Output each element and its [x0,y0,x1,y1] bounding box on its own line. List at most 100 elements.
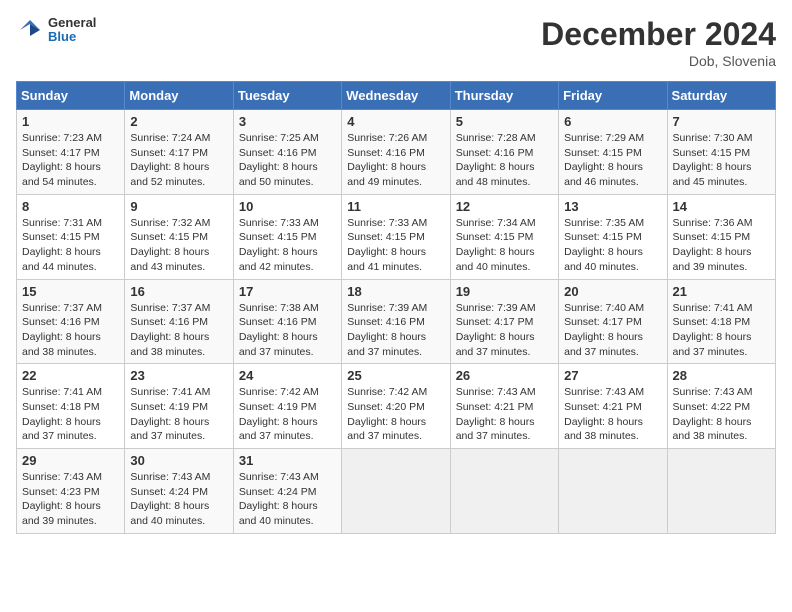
day-number: 11 [347,199,444,214]
table-row: 19 Sunrise: 7:39 AM Sunset: 4:17 PM Dayl… [450,279,558,364]
day-number: 5 [456,114,553,129]
table-row: 22 Sunrise: 7:41 AM Sunset: 4:18 PM Dayl… [17,364,125,449]
day-info: Sunrise: 7:29 AM Sunset: 4:15 PM Dayligh… [564,131,661,190]
day-number: 27 [564,368,661,383]
day-info: Sunrise: 7:24 AM Sunset: 4:17 PM Dayligh… [130,131,227,190]
day-number: 23 [130,368,227,383]
day-info: Sunrise: 7:43 AM Sunset: 4:24 PM Dayligh… [239,470,336,529]
page-header: General Blue December 2024 Dob, Slovenia [16,16,776,69]
logo-text: General Blue [48,16,96,45]
day-number: 22 [22,368,119,383]
table-row: 25 Sunrise: 7:42 AM Sunset: 4:20 PM Dayl… [342,364,450,449]
table-row: 14 Sunrise: 7:36 AM Sunset: 4:15 PM Dayl… [667,194,775,279]
day-number: 14 [673,199,770,214]
table-row: 17 Sunrise: 7:38 AM Sunset: 4:16 PM Dayl… [233,279,341,364]
col-thursday: Thursday [450,82,558,110]
day-info: Sunrise: 7:40 AM Sunset: 4:17 PM Dayligh… [564,301,661,360]
table-row: 11 Sunrise: 7:33 AM Sunset: 4:15 PM Dayl… [342,194,450,279]
table-row: 9 Sunrise: 7:32 AM Sunset: 4:15 PM Dayli… [125,194,233,279]
day-info: Sunrise: 7:42 AM Sunset: 4:19 PM Dayligh… [239,385,336,444]
day-number: 13 [564,199,661,214]
table-row: 27 Sunrise: 7:43 AM Sunset: 4:21 PM Dayl… [559,364,667,449]
day-info: Sunrise: 7:32 AM Sunset: 4:15 PM Dayligh… [130,216,227,275]
day-number: 17 [239,284,336,299]
table-row: 28 Sunrise: 7:43 AM Sunset: 4:22 PM Dayl… [667,364,775,449]
table-row: 20 Sunrise: 7:40 AM Sunset: 4:17 PM Dayl… [559,279,667,364]
day-info: Sunrise: 7:38 AM Sunset: 4:16 PM Dayligh… [239,301,336,360]
day-number: 4 [347,114,444,129]
col-wednesday: Wednesday [342,82,450,110]
day-number: 1 [22,114,119,129]
day-info: Sunrise: 7:37 AM Sunset: 4:16 PM Dayligh… [130,301,227,360]
day-number: 29 [22,453,119,468]
day-number: 31 [239,453,336,468]
day-number: 21 [673,284,770,299]
day-info: Sunrise: 7:25 AM Sunset: 4:16 PM Dayligh… [239,131,336,190]
table-row: 29 Sunrise: 7:43 AM Sunset: 4:23 PM Dayl… [17,449,125,534]
table-row: 26 Sunrise: 7:43 AM Sunset: 4:21 PM Dayl… [450,364,558,449]
day-number: 24 [239,368,336,383]
day-info: Sunrise: 7:41 AM Sunset: 4:18 PM Dayligh… [673,301,770,360]
day-info: Sunrise: 7:41 AM Sunset: 4:18 PM Dayligh… [22,385,119,444]
day-info: Sunrise: 7:34 AM Sunset: 4:15 PM Dayligh… [456,216,553,275]
day-info: Sunrise: 7:43 AM Sunset: 4:21 PM Dayligh… [564,385,661,444]
table-row [559,449,667,534]
table-row: 10 Sunrise: 7:33 AM Sunset: 4:15 PM Dayl… [233,194,341,279]
day-info: Sunrise: 7:43 AM Sunset: 4:23 PM Dayligh… [22,470,119,529]
table-row: 4 Sunrise: 7:26 AM Sunset: 4:16 PM Dayli… [342,110,450,195]
title-block: December 2024 Dob, Slovenia [541,16,776,69]
table-row: 30 Sunrise: 7:43 AM Sunset: 4:24 PM Dayl… [125,449,233,534]
day-number: 30 [130,453,227,468]
calendar-table: Sunday Monday Tuesday Wednesday Thursday… [16,81,776,534]
day-info: Sunrise: 7:33 AM Sunset: 4:15 PM Dayligh… [239,216,336,275]
day-info: Sunrise: 7:35 AM Sunset: 4:15 PM Dayligh… [564,216,661,275]
day-number: 26 [456,368,553,383]
day-number: 9 [130,199,227,214]
day-info: Sunrise: 7:33 AM Sunset: 4:15 PM Dayligh… [347,216,444,275]
table-row: 7 Sunrise: 7:30 AM Sunset: 4:15 PM Dayli… [667,110,775,195]
day-number: 28 [673,368,770,383]
table-row: 15 Sunrise: 7:37 AM Sunset: 4:16 PM Dayl… [17,279,125,364]
page-title: December 2024 [541,16,776,53]
logo: General Blue [16,16,96,45]
table-row: 13 Sunrise: 7:35 AM Sunset: 4:15 PM Dayl… [559,194,667,279]
table-row: 24 Sunrise: 7:42 AM Sunset: 4:19 PM Dayl… [233,364,341,449]
day-info: Sunrise: 7:26 AM Sunset: 4:16 PM Dayligh… [347,131,444,190]
day-info: Sunrise: 7:42 AM Sunset: 4:20 PM Dayligh… [347,385,444,444]
day-info: Sunrise: 7:30 AM Sunset: 4:15 PM Dayligh… [673,131,770,190]
col-monday: Monday [125,82,233,110]
day-number: 6 [564,114,661,129]
table-row [667,449,775,534]
day-number: 19 [456,284,553,299]
table-row: 12 Sunrise: 7:34 AM Sunset: 4:15 PM Dayl… [450,194,558,279]
day-number: 20 [564,284,661,299]
day-info: Sunrise: 7:39 AM Sunset: 4:17 PM Dayligh… [456,301,553,360]
day-info: Sunrise: 7:28 AM Sunset: 4:16 PM Dayligh… [456,131,553,190]
day-info: Sunrise: 7:41 AM Sunset: 4:19 PM Dayligh… [130,385,227,444]
table-row: 23 Sunrise: 7:41 AM Sunset: 4:19 PM Dayl… [125,364,233,449]
table-row: 6 Sunrise: 7:29 AM Sunset: 4:15 PM Dayli… [559,110,667,195]
col-tuesday: Tuesday [233,82,341,110]
col-sunday: Sunday [17,82,125,110]
table-row: 2 Sunrise: 7:24 AM Sunset: 4:17 PM Dayli… [125,110,233,195]
day-number: 25 [347,368,444,383]
col-saturday: Saturday [667,82,775,110]
day-info: Sunrise: 7:39 AM Sunset: 4:16 PM Dayligh… [347,301,444,360]
col-friday: Friday [559,82,667,110]
calendar-header-row: Sunday Monday Tuesday Wednesday Thursday… [17,82,776,110]
day-info: Sunrise: 7:23 AM Sunset: 4:17 PM Dayligh… [22,131,119,190]
day-number: 12 [456,199,553,214]
day-number: 16 [130,284,227,299]
table-row: 3 Sunrise: 7:25 AM Sunset: 4:16 PM Dayli… [233,110,341,195]
logo-general: General [48,16,96,30]
table-row: 31 Sunrise: 7:43 AM Sunset: 4:24 PM Dayl… [233,449,341,534]
day-info: Sunrise: 7:43 AM Sunset: 4:21 PM Dayligh… [456,385,553,444]
table-row: 1 Sunrise: 7:23 AM Sunset: 4:17 PM Dayli… [17,110,125,195]
table-row: 18 Sunrise: 7:39 AM Sunset: 4:16 PM Dayl… [342,279,450,364]
table-row [342,449,450,534]
table-row: 5 Sunrise: 7:28 AM Sunset: 4:16 PM Dayli… [450,110,558,195]
day-number: 7 [673,114,770,129]
day-info: Sunrise: 7:37 AM Sunset: 4:16 PM Dayligh… [22,301,119,360]
day-number: 10 [239,199,336,214]
page-subtitle: Dob, Slovenia [541,53,776,69]
